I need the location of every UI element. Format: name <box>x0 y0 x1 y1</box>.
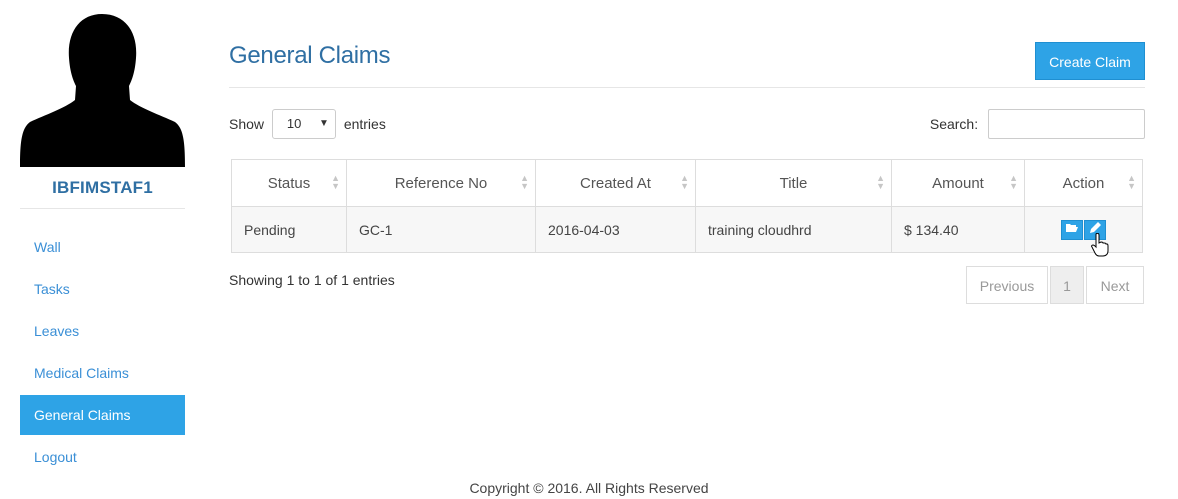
table-info: Showing 1 to 1 of 1 entries <box>229 272 395 288</box>
user-silhouette-icon <box>20 14 185 167</box>
page-1-button[interactable]: 1 <box>1050 266 1084 304</box>
column-header-action[interactable]: Action ▲ ▼ <box>1024 159 1143 207</box>
sidebar-item-general-claims[interactable]: General Claims <box>20 395 185 435</box>
column-label: Reference No <box>394 174 488 192</box>
cell-amount: $ 134.40 <box>891 206 1025 253</box>
show-label: Show <box>229 116 265 133</box>
previous-page-button[interactable]: Previous <box>966 266 1048 304</box>
search-control: Search: <box>929 108 1145 140</box>
entries-label: entries <box>343 116 386 133</box>
column-header-status[interactable]: Status ▲ ▼ <box>231 159 347 207</box>
sort-icon: ▲ ▼ <box>1127 173 1136 191</box>
table-row: Pending GC-1 2016-04-03 training cloudhr… <box>231 206 1143 253</box>
sidebar-item-medical-claims[interactable]: Medical Claims <box>20 353 185 393</box>
sort-icon: ▲ ▼ <box>1009 173 1018 191</box>
sidebar: IBFIMSTAF1 Wall Tasks Leaves Medical Cla… <box>20 0 185 479</box>
create-claim-button[interactable]: Create Claim <box>1035 42 1145 80</box>
column-header-amount[interactable]: Amount ▲ ▼ <box>891 159 1025 207</box>
cell-title: training cloudhrd <box>695 206 892 253</box>
next-page-button[interactable]: Next <box>1086 266 1144 304</box>
folder-open-icon <box>1066 223 1078 232</box>
title-divider <box>229 87 1145 88</box>
username: IBFIMSTAF1 <box>20 177 185 209</box>
column-header-reference[interactable]: Reference No ▲ ▼ <box>346 159 536 207</box>
sort-icon: ▲ ▼ <box>520 173 529 191</box>
table-header-row: Status ▲ ▼ Reference No ▲ ▼ Created At ▲ ▼ Tit… <box>231 159 1143 207</box>
column-label: Title <box>779 174 808 192</box>
sidebar-item-wall[interactable]: Wall <box>20 227 185 267</box>
sidebar-item-tasks[interactable]: Tasks <box>20 269 185 309</box>
search-input[interactable] <box>988 109 1145 140</box>
page-size-value: 10 <box>286 116 302 132</box>
page-size-select[interactable]: 10 ▼ <box>271 109 336 140</box>
claims-table: Status ▲ ▼ Reference No ▲ ▼ Created At ▲ ▼ Tit… <box>231 159 1143 253</box>
page-size-control: Show 10 ▼ entries <box>229 108 386 140</box>
footer-copyright: Copyright © 2016. All Rights Reserved <box>469 480 709 496</box>
cell-action <box>1024 206 1143 253</box>
column-header-created-at[interactable]: Created At ▲ ▼ <box>535 159 696 207</box>
sort-icon: ▲ ▼ <box>876 173 885 191</box>
page-title: General Claims <box>229 42 391 69</box>
sort-icon: ▲ ▼ <box>331 173 340 191</box>
column-header-title[interactable]: Title ▲ ▼ <box>695 159 892 207</box>
cell-created-at: 2016-04-03 <box>535 206 696 253</box>
column-label: Action <box>1062 174 1105 192</box>
search-label: Search: <box>929 116 979 133</box>
sidebar-nav: Wall Tasks Leaves Medical Claims General… <box>20 227 185 477</box>
cell-reference: GC-1 <box>346 206 536 253</box>
avatar <box>20 0 185 167</box>
column-label: Amount <box>932 174 984 192</box>
pencil-icon <box>1089 221 1101 233</box>
sidebar-item-logout[interactable]: Logout <box>20 437 185 477</box>
sort-icon: ▲ ▼ <box>680 173 689 191</box>
view-button[interactable] <box>1061 219 1083 240</box>
column-label: Created At <box>580 174 651 192</box>
caret-down-icon: ▼ <box>319 118 329 130</box>
hand-pointer-icon <box>1091 233 1109 257</box>
cell-status: Pending <box>231 206 347 253</box>
column-label: Status <box>267 174 311 192</box>
pagination: Previous 1 Next <box>966 266 1144 304</box>
sidebar-item-leaves[interactable]: Leaves <box>20 311 185 351</box>
